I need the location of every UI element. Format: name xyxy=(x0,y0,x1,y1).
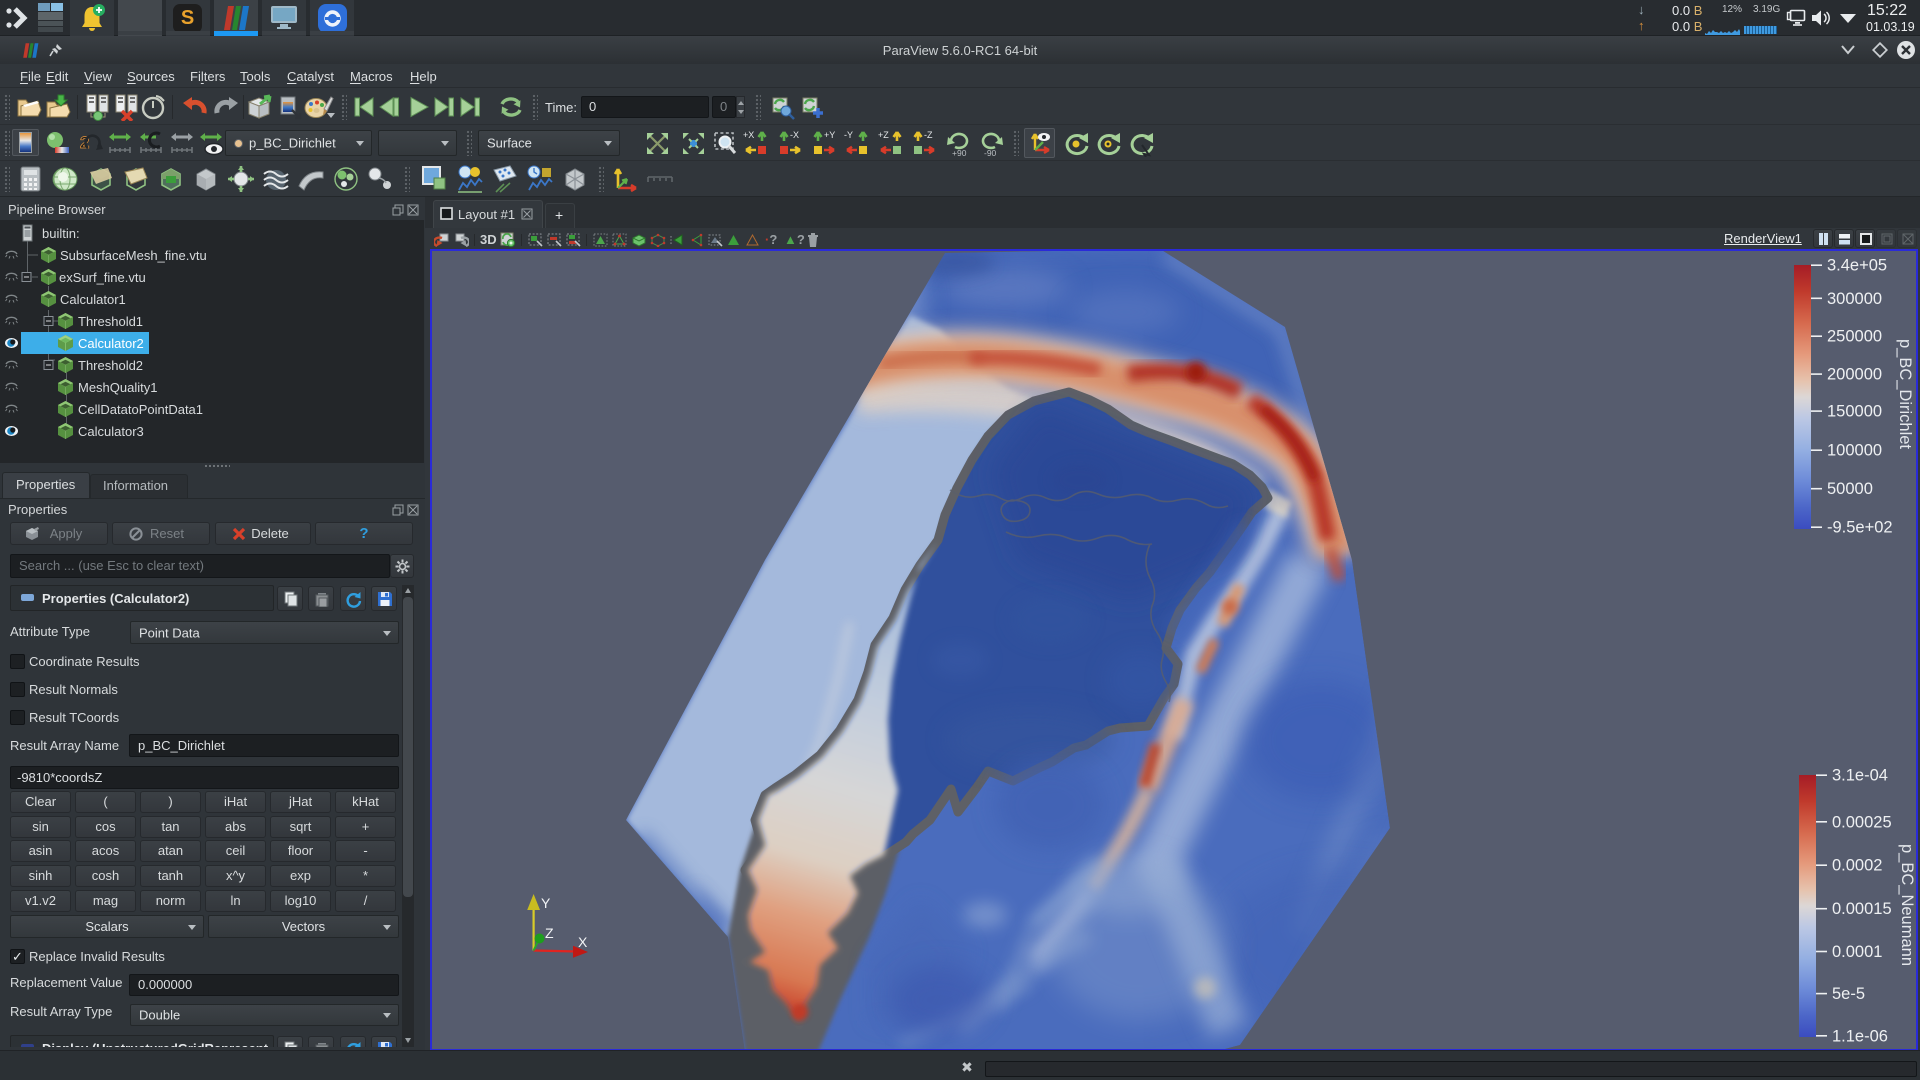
svg-text:100000: 100000 xyxy=(1827,442,1882,460)
svg-text:150000: 150000 xyxy=(1827,403,1882,421)
svg-text:+Y: +Y xyxy=(824,130,835,140)
svg-text:p_BC_Neumann: p_BC_Neumann xyxy=(1898,844,1916,966)
svg-text:+90: +90 xyxy=(952,148,967,157)
svg-text:-9.5e+02: -9.5e+02 xyxy=(1827,519,1893,537)
svg-text:200000: 200000 xyxy=(1827,366,1882,384)
svg-text:3.1e-04: 3.1e-04 xyxy=(1832,767,1888,785)
svg-text:0.0001: 0.0001 xyxy=(1832,943,1882,961)
svg-text:+X: +X xyxy=(743,130,754,140)
svg-text:+Z: +Z xyxy=(878,130,889,140)
svg-text:300000: 300000 xyxy=(1827,290,1882,308)
svg-text:p_BC_Dirichlet: p_BC_Dirichlet xyxy=(1896,339,1914,449)
svg-text:-X: -X xyxy=(790,130,799,140)
svg-text:0.00025: 0.00025 xyxy=(1832,813,1892,831)
svg-text:0.00015: 0.00015 xyxy=(1832,900,1892,918)
svg-text:5e-5: 5e-5 xyxy=(1832,985,1865,1003)
svg-text:50000: 50000 xyxy=(1827,480,1873,498)
svg-text:3.4e+05: 3.4e+05 xyxy=(1827,257,1887,275)
svg-text:0.0002: 0.0002 xyxy=(1832,857,1882,875)
svg-text:-Y: -Y xyxy=(844,130,853,140)
svg-text:1.1e-06: 1.1e-06 xyxy=(1832,1027,1888,1045)
svg-text:X: X xyxy=(578,934,588,950)
svg-text:-Z: -Z xyxy=(924,130,933,140)
svg-text:-90: -90 xyxy=(984,148,997,157)
svg-text:Z: Z xyxy=(545,925,554,941)
svg-text:Y: Y xyxy=(541,895,551,911)
svg-text:250000: 250000 xyxy=(1827,328,1882,346)
